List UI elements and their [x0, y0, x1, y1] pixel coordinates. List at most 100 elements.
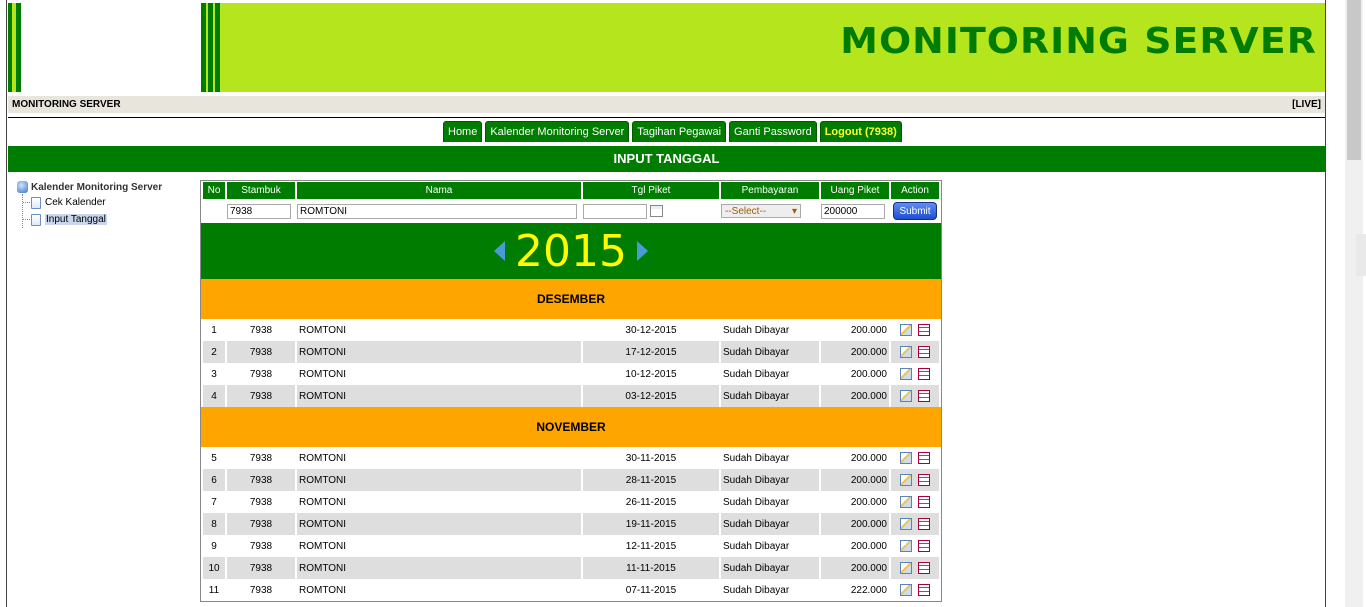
table-row: 7 7938 ROMTONI 26-11-2015 Sudah Dibayar 200.0…: [203, 491, 939, 513]
next-year-icon[interactable]: [636, 241, 648, 261]
cell-action: [891, 385, 939, 407]
calendar-icon[interactable]: [649, 204, 663, 217]
cell-no: 9: [203, 535, 225, 557]
cell-pembayaran: Sudah Dibayar: [721, 341, 819, 363]
delete-icon[interactable]: [918, 368, 930, 380]
edit-icon[interactable]: [900, 390, 912, 402]
table-row: 8 7938 ROMTONI 19-11-2015 Sudah Dibayar 200.0…: [203, 513, 939, 535]
cell-nama: ROMTONI: [297, 557, 581, 579]
cell-uang-piket: 222.000: [821, 579, 889, 601]
cell-no: 4: [203, 385, 225, 407]
info-bar-title: MONITORING SERVER: [12, 99, 121, 110]
live-badge: [LIVE]: [1292, 99, 1321, 110]
cell-no: 1: [203, 319, 225, 341]
prev-year-icon[interactable]: [494, 241, 505, 261]
delete-icon[interactable]: [918, 562, 930, 574]
nav-kalender-monitoring-server[interactable]: Kalender Monitoring Server: [485, 121, 630, 142]
header-no: No: [203, 181, 225, 199]
cell-uang-piket: 200.000: [821, 341, 889, 363]
cell-tgl-piket: 19-11-2015: [583, 513, 719, 535]
cell-tgl-piket: 17-12-2015: [583, 341, 719, 363]
delete-icon[interactable]: [918, 518, 930, 530]
table-row: 1 7938 ROMTONI 30-12-2015 Sudah Dibayar 200.0…: [203, 319, 939, 341]
edit-icon[interactable]: [900, 584, 912, 596]
edit-icon[interactable]: [900, 540, 912, 552]
nav-tagihan-pegawai[interactable]: Tagihan Pegawai: [632, 121, 727, 142]
cell-stambuk: 7938: [227, 513, 295, 535]
cell-pembayaran: Sudah Dibayar: [721, 579, 819, 601]
delete-icon[interactable]: [918, 474, 930, 486]
cell-uang-piket: 200.000: [821, 319, 889, 341]
cell-pembayaran: Sudah Dibayar: [721, 319, 819, 341]
cell-action: [891, 447, 939, 469]
header-pembayaran: Pembayaran: [721, 181, 819, 199]
delete-icon[interactable]: [918, 496, 930, 508]
header-banner: MONITORING SERVER: [8, 3, 1325, 92]
nav-home[interactable]: Home: [443, 121, 483, 142]
tree-item-cek-kalender[interactable]: Cek Kalender: [22, 194, 162, 211]
table-row: 9 7938 ROMTONI 12-11-2015 Sudah Dibayar 200.0…: [203, 535, 939, 557]
tree-item-input-tanggal[interactable]: Input Tanggal: [22, 211, 162, 228]
nav-ganti-password[interactable]: Ganti Password: [729, 121, 817, 142]
month-groups: DESEMBER 1 7938 ROMTONI 30-12-2015 Sudah Diba…: [201, 279, 941, 601]
scrollbar[interactable]: [1345, 0, 1363, 607]
cell-action: [891, 363, 939, 385]
cell-stambuk: 7938: [227, 447, 295, 469]
cell-nama: ROMTONI: [297, 513, 581, 535]
tgl-piket-input[interactable]: [583, 203, 647, 219]
scrollbar-thumb[interactable]: [1347, 0, 1361, 160]
submit-button[interactable]: Submit: [893, 202, 937, 220]
cell-pembayaran: Sudah Dibayar: [721, 513, 819, 535]
edit-icon[interactable]: [900, 324, 912, 336]
cell-uang-piket: 200.000: [821, 491, 889, 513]
delete-icon[interactable]: [918, 390, 930, 402]
cell-stambuk: 7938: [227, 319, 295, 341]
cell-nama: ROMTONI: [297, 469, 581, 491]
cell-uang-piket: 200.000: [821, 513, 889, 535]
cell-uang-piket: 200.000: [821, 557, 889, 579]
year-navigator: 2015: [201, 223, 941, 279]
cell-tgl-piket: 11-11-2015: [583, 557, 719, 579]
delete-icon[interactable]: [918, 584, 930, 596]
cell-tgl-piket: 10-12-2015: [583, 363, 719, 385]
header-action: Action: [891, 181, 939, 199]
delete-icon[interactable]: [918, 540, 930, 552]
year-label: 2015: [515, 225, 627, 277]
cell-stambuk: 7938: [227, 385, 295, 407]
cell-stambuk: 7938: [227, 363, 295, 385]
cell-pembayaran: Sudah Dibayar: [721, 469, 819, 491]
table-row: 3 7938 ROMTONI 10-12-2015 Sudah Dibayar 200.0…: [203, 363, 939, 385]
chevron-down-icon: ▾: [791, 205, 797, 217]
cell-uang-piket: 200.000: [821, 447, 889, 469]
edit-icon[interactable]: [900, 346, 912, 358]
cell-no: 3: [203, 363, 225, 385]
header-nama: Nama: [297, 181, 581, 199]
delete-icon[interactable]: [918, 452, 930, 464]
nav-logout[interactable]: Logout (7938): [819, 121, 902, 142]
cell-nama: ROMTONI: [297, 341, 581, 363]
edit-icon[interactable]: [900, 518, 912, 530]
cell-no: 6: [203, 469, 225, 491]
edit-icon[interactable]: [900, 562, 912, 574]
edit-icon[interactable]: [900, 452, 912, 464]
cell-nama: ROMTONI: [297, 579, 581, 601]
tree-root[interactable]: Kalender Monitoring Server: [17, 180, 162, 194]
uang-piket-input[interactable]: [821, 203, 885, 219]
cell-nama: ROMTONI: [297, 491, 581, 513]
stambuk-input[interactable]: [227, 203, 291, 219]
banner-title: MONITORING SERVER: [840, 21, 1317, 62]
edit-icon[interactable]: [900, 474, 912, 486]
delete-icon[interactable]: [918, 324, 930, 336]
page-icon: [31, 196, 41, 209]
cell-uang-piket: 200.000: [821, 469, 889, 491]
delete-icon[interactable]: [918, 346, 930, 358]
table-row: 2 7938 ROMTONI 17-12-2015 Sudah Dibayar 200.0…: [203, 341, 939, 363]
cell-no: 7: [203, 491, 225, 513]
edit-icon[interactable]: [900, 368, 912, 380]
table-row: 4 7938 ROMTONI 03-12-2015 Sudah Dibayar 200.0…: [203, 385, 939, 407]
cell-action: [891, 319, 939, 341]
edit-icon[interactable]: [900, 496, 912, 508]
pembayaran-select[interactable]: --Select-- ▾: [721, 204, 801, 218]
divider: [8, 117, 1325, 118]
nama-input[interactable]: [297, 203, 577, 219]
